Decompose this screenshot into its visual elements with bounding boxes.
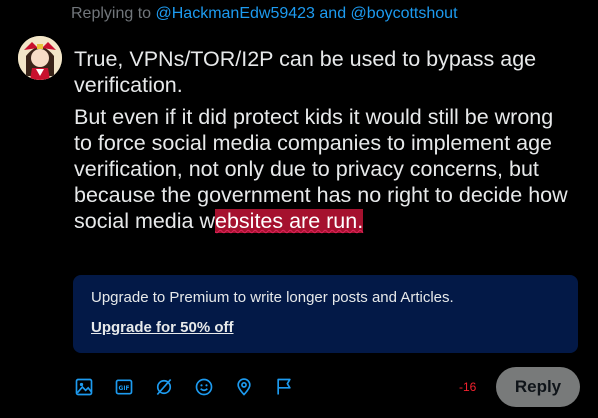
emoji-button[interactable] <box>192 372 216 402</box>
replying-to: Replying to @HackmanEdw59423 and @boycot… <box>71 5 458 23</box>
replying-prefix: Replying to <box>71 5 152 22</box>
svg-text:GIF: GIF <box>119 386 130 392</box>
upgrade-link[interactable]: Upgrade for 50% off <box>91 319 234 336</box>
grok-button[interactable] <box>152 372 176 402</box>
mention-link-boycottshout[interactable]: @boycottshout <box>351 5 458 22</box>
image-icon <box>75 378 93 396</box>
compose-paragraph-2: But even if it did protect kids it would… <box>74 104 574 234</box>
grok-icon <box>156 378 172 396</box>
gif-button[interactable]: GIF <box>112 372 136 402</box>
avatar[interactable] <box>18 36 62 80</box>
reply-compose-text[interactable]: True, VPNs/TOR/I2P can be used to bypass… <box>74 46 574 240</box>
replying-joiner[interactable]: and <box>319 5 346 22</box>
compose-paragraph-1: True, VPNs/TOR/I2P can be used to bypass… <box>74 47 537 97</box>
emoji-icon <box>195 378 213 396</box>
flag-button[interactable] <box>272 372 296 402</box>
premium-upsell-text: Upgrade to Premium to write longer posts… <box>91 289 454 306</box>
location-icon <box>237 378 251 396</box>
over-limit-text: ebsites are run. <box>215 209 364 233</box>
location-button[interactable] <box>232 372 256 402</box>
flag-icon <box>277 378 291 395</box>
character-count: -16 <box>459 380 477 394</box>
avatar-image <box>18 36 62 80</box>
premium-upsell-banner: Upgrade to Premium to write longer posts… <box>73 275 578 353</box>
compose-toolbar: GIF <box>72 372 312 402</box>
media-button[interactable] <box>72 372 96 402</box>
mention-link-hackman[interactable]: @HackmanEdw59423 <box>156 5 315 22</box>
reply-button[interactable]: Reply <box>496 367 580 407</box>
gif-icon: GIF <box>115 379 133 395</box>
